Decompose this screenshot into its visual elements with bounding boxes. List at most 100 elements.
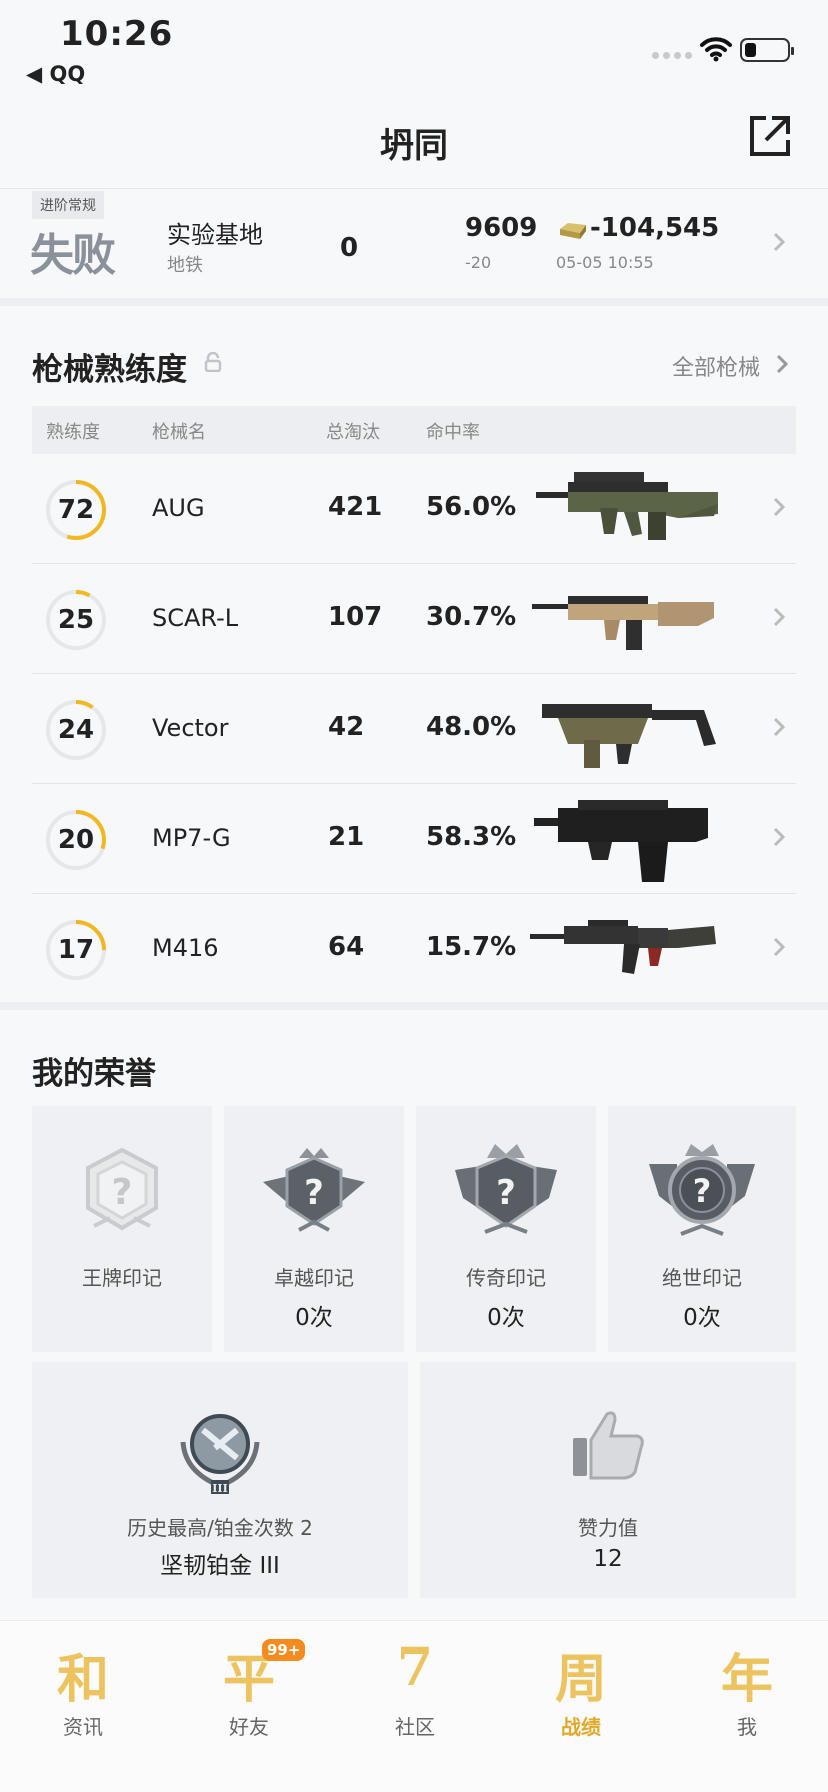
tab-label: 社区 [395,1715,435,1739]
rank-label: 历史最高/铂金次数 2 [127,1516,313,1540]
legend-emblem-icon: ? [455,1144,557,1234]
weapon-kills: 21 [328,822,365,852]
tab-friends[interactable]: 平 99+ 好友 [166,1631,332,1741]
honor-label: 绝世印记 [662,1266,742,1290]
honor-card-excellence[interactable]: ? 卓越印记 0次 [224,1106,404,1352]
weapon-kills: 421 [328,492,383,522]
column-header: 总淘汰 [326,422,380,443]
screen: 10:26 ◀ QQ 坍同 进阶常规 失败 实验基地 地铁 0 9609 -20 [0,0,828,1792]
share-icon[interactable] [748,114,792,158]
weapon-accuracy: 15.7% [426,932,517,962]
vector-smg-image [542,704,716,768]
status-time: 10:26 [60,14,174,54]
weapon-name: Vector [152,714,229,742]
weapon-kills: 42 [328,712,365,742]
thumbs-up-icon [573,1411,644,1480]
honor-label: 卓越印记 [274,1266,354,1290]
m416-rifle-image [530,920,716,974]
tab-me[interactable]: 年 我 [664,1631,828,1741]
tab-icon: 年 [720,1649,773,1710]
proficiency-level: 20 [57,825,95,855]
notification-badge: 99+ [262,1639,306,1661]
proficiency-level: 24 [57,715,95,745]
weapon-accuracy: 30.7% [426,602,517,632]
my-honors-section: 我的荣誉 ? 王牌印记 ? 卓越印记 0次 ? 传奇印记 0次 ? 绝世印记 0… [0,1010,828,1620]
ace-emblem-icon: ? [86,1147,158,1231]
tab-records[interactable]: 周 战绩 [498,1631,664,1741]
gold-bar-icon [560,223,586,239]
aug-rifle-image [536,472,718,540]
weapon-row[interactable]: 20 MP7-G 21 58.3% [32,784,796,894]
honor-card-peerless[interactable]: ? 绝世印记 0次 [608,1106,796,1352]
lock-icon[interactable] [204,352,222,372]
tab-label: 我 [737,1715,757,1739]
likes-value: 12 [593,1546,623,1572]
column-header: 熟练度 [46,422,100,443]
tab-icon: 平 [222,1649,275,1710]
svg-text:III: III [212,1482,227,1495]
weapon-name: SCAR-L [152,604,239,632]
weapon-row[interactable]: 17 M416 64 15.7% [32,894,796,1004]
svg-text:?: ? [496,1173,516,1213]
scar-l-rifle-image [532,596,714,650]
tab-news[interactable]: 和 资讯 [0,1631,166,1741]
honor-label: 传奇印记 [466,1266,546,1290]
back-to-qq-link[interactable]: ◀ QQ [26,62,85,86]
match-map-name: 实验基地 [167,221,263,249]
rank-value: 坚韧铂金 III [160,1553,280,1579]
weapon-accuracy: 48.0% [426,712,517,742]
section-divider [0,1002,828,1010]
section-title: 枪械熟练度 [32,352,187,388]
chevron-right-icon [773,607,786,627]
tab-icon: 和 [56,1649,109,1710]
proficiency-level: 17 [57,935,95,965]
weapon-accuracy: 58.3% [426,822,517,852]
proficiency-level: 72 [57,495,95,525]
weapon-kills: 64 [328,932,365,962]
honor-label: 王牌印记 [82,1266,162,1290]
likes-card[interactable]: 赞力值 12 [420,1362,796,1598]
match-result: 失败 [30,230,116,281]
chevron-right-icon [773,827,786,847]
match-score-delta: -20 [465,253,492,272]
column-header: 命中率 [426,422,480,443]
status-bar: 10:26 ◀ QQ [0,0,828,96]
tab-community[interactable]: 7 社区 [332,1631,498,1741]
nav-header: 坍同 [0,96,828,188]
weapon-accuracy: 56.0% [426,492,517,522]
honor-value: 0次 [487,1305,525,1331]
match-map-sub: 地铁 [167,255,203,276]
all-weapons-link[interactable]: 全部枪械 [672,350,760,382]
honor-card-ace[interactable]: ? 王牌印记 [32,1106,212,1352]
tab-label: 好友 [229,1715,269,1739]
peerless-emblem-icon: ? [649,1144,755,1236]
chevron-right-icon [773,937,786,957]
signal-icon [652,52,692,59]
tab-label: 战绩 [561,1715,601,1739]
section-divider [0,298,828,306]
likes-label: 赞力值 [578,1516,638,1540]
honor-card-legend[interactable]: ? 传奇印记 0次 [416,1106,596,1352]
excellence-emblem-icon: ? [263,1148,365,1232]
honor-value: 0次 [683,1305,721,1331]
mp7-smg-image [534,800,708,882]
weapon-row[interactable]: 24 Vector 42 48.0% [32,674,796,784]
svg-text:?: ? [693,1172,712,1210]
section-title: 我的荣誉 [32,1056,156,1092]
svg-text:?: ? [304,1173,324,1213]
battery-icon [740,38,794,62]
page-title: 坍同 [380,126,448,166]
weapon-name: MP7-G [152,824,231,852]
weapon-kills: 107 [328,602,383,632]
weapon-row[interactable]: 72 AUG 421 56.0% [32,454,796,564]
match-coins: -104,545 [590,213,720,243]
highest-rank-card[interactable]: III 历史最高/铂金次数 2 坚韧铂金 III [32,1362,408,1598]
match-kills: 0 [340,233,359,263]
column-header: 枪械名 [152,422,206,443]
weapon-row[interactable]: 25 SCAR-L 107 30.7% [32,564,796,674]
recent-match-row[interactable]: 进阶常规 失败 实验基地 地铁 0 9609 -20 -104,545 05-0… [0,188,828,298]
proficiency-level: 25 [57,605,95,635]
match-mode-tag: 进阶常规 [32,191,104,219]
tab-label: 资讯 [63,1715,103,1739]
chevron-right-icon [773,232,786,252]
